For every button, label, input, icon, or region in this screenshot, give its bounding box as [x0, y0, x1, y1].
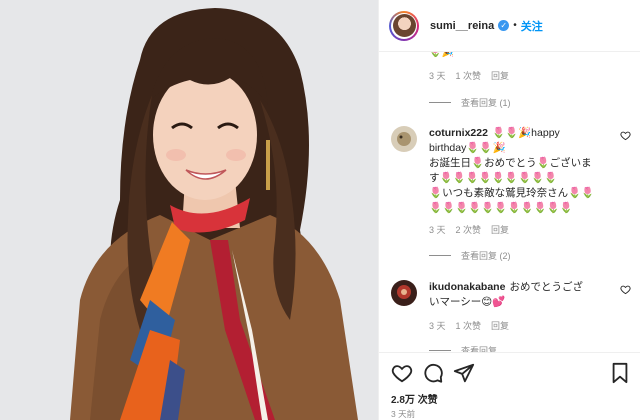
comment-item: coturnix222 🌷🌷🎉happy birthday🌷🌷🎉 お誕生日🌷おめで…	[391, 126, 631, 266]
comment-text: いマーシー😊💕	[429, 296, 506, 308]
comment-item: ikudonakabane おめでとうござ いマーシー😊💕	[391, 280, 631, 340]
comment-text: おめでとうござ	[509, 281, 583, 293]
separator-dot: •	[513, 20, 517, 31]
comment-time: 3 天	[429, 321, 446, 331]
comment-icon[interactable]	[422, 362, 444, 384]
comment-text: 🌷🎉	[429, 52, 454, 58]
comment-like-icon[interactable]	[620, 130, 631, 144]
verified-badge-icon: ✓	[498, 20, 510, 31]
commenter-avatar[interactable]	[391, 126, 417, 152]
reply-button[interactable]: 回复	[491, 319, 509, 332]
likes-count[interactable]: 2.8万 次赞	[391, 391, 438, 406]
profile-avatar[interactable]	[389, 10, 419, 41]
comment-text: お誕生日🌷おめでとう🌷ございま	[429, 157, 592, 169]
comment-meta: 3 天 1 次赞 回复	[429, 69, 509, 82]
bookmark-icon[interactable]	[609, 362, 631, 384]
comment-body: coturnix222 🌷🌷🎉happy birthday🌷🌷🎉 お誕生日🌷おめで…	[429, 126, 619, 216]
view-replies-label: 查看回复 (1)	[461, 98, 511, 108]
reply-button[interactable]: 回复	[491, 69, 509, 82]
comment-time: 3 天	[429, 225, 446, 235]
comment-meta: 3 天 1 次赞 回复	[429, 319, 509, 332]
comment-like-icon[interactable]	[620, 284, 631, 298]
heart-icon[interactable]	[391, 362, 413, 384]
view-replies-label: 查看回复	[461, 346, 498, 352]
commenter-username[interactable]: ikudonakabane	[429, 281, 505, 293]
portrait-image	[0, 0, 378, 420]
post-header: sumi__reina ✓ • 关注	[379, 0, 640, 52]
post-details-pane: sumi__reina ✓ • 关注 🌷🎉 3 天 1 次赞 回复 查看回复 (…	[378, 0, 640, 420]
comments-list[interactable]: 🌷🎉 3 天 1 次赞 回复 查看回复 (1) coturnix222 🌷🌷🎉ha…	[379, 52, 640, 352]
profile-username[interactable]: sumi__reina	[430, 20, 494, 32]
likes-number: 2.8万	[391, 395, 415, 406]
share-icon[interactable]	[453, 362, 475, 384]
reply-button[interactable]: 回复	[491, 223, 509, 236]
comment-partial: 🌷🎉	[429, 52, 629, 60]
comment-text: 🌷🌷🎉happy	[491, 127, 560, 139]
post-actions-bar: 2.8万 次赞 3 天前	[379, 352, 640, 420]
comment-meta: 3 天 2 次赞 回复	[429, 223, 509, 236]
view-replies-button[interactable]: 查看回复	[429, 344, 497, 352]
post-photo[interactable]	[0, 0, 378, 420]
post-time: 3 天前	[391, 409, 416, 419]
comment-body: ikudonakabane おめでとうござ いマーシー😊💕	[429, 280, 619, 310]
view-replies-button[interactable]: 查看回复 (2)	[429, 249, 511, 262]
replies-line	[429, 102, 451, 103]
commenter-username[interactable]: coturnix222	[429, 127, 488, 139]
comment-likes[interactable]: 1 次赞	[456, 69, 482, 82]
comment-text: す🌷🌷🌷🌷🌷🌷🌷🌷🌷	[429, 172, 558, 184]
comment-likes[interactable]: 1 次赞	[456, 319, 482, 332]
view-replies-label: 查看回复 (2)	[461, 251, 511, 261]
follow-button[interactable]: 关注	[521, 18, 543, 34]
replies-line	[429, 350, 451, 351]
comment-text: 🌷🌷🌷🌷🌷🌷🌷🌷🌷🌷🌷	[429, 202, 573, 214]
commenter-avatar[interactable]	[391, 280, 417, 306]
view-replies-button[interactable]: 查看回复 (1)	[429, 96, 511, 109]
likes-label: 次赞	[417, 395, 438, 406]
comment-time: 3 天	[429, 71, 446, 81]
comment-text: birthday🌷🌷🎉	[429, 142, 506, 154]
comment-text: 🌷いつも素敵な鷲見玲奈さん🌷🌷	[429, 187, 595, 199]
replies-line	[429, 255, 451, 256]
comment-likes[interactable]: 2 次赞	[456, 223, 482, 236]
